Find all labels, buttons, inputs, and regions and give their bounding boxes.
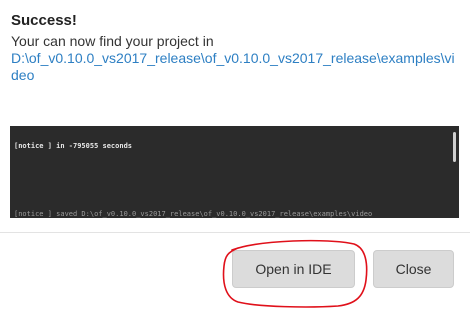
success-title: Success!	[11, 12, 77, 29]
footer-divider	[0, 232, 470, 233]
open-in-ide-button[interactable]: Open in IDE	[232, 250, 355, 288]
project-path-link[interactable]: D:\of_v0.10.0_vs2017_release\of_v0.10.0_…	[11, 50, 455, 83]
console-output[interactable]: [notice ] in -795055 seconds [notice ] s…	[10, 126, 459, 218]
console-line: [notice ] in -795055 seconds	[14, 142, 133, 150]
success-message: Your can now find your project in D:\of_…	[11, 33, 461, 84]
close-button[interactable]: Close	[373, 250, 454, 288]
console-line-cutoff: [notice ] saved D:\of_v0.10.0_vs2017_rel…	[14, 210, 373, 218]
message-text: Your can now find your project in	[11, 33, 214, 49]
console-scrollbar[interactable]	[453, 132, 456, 162]
